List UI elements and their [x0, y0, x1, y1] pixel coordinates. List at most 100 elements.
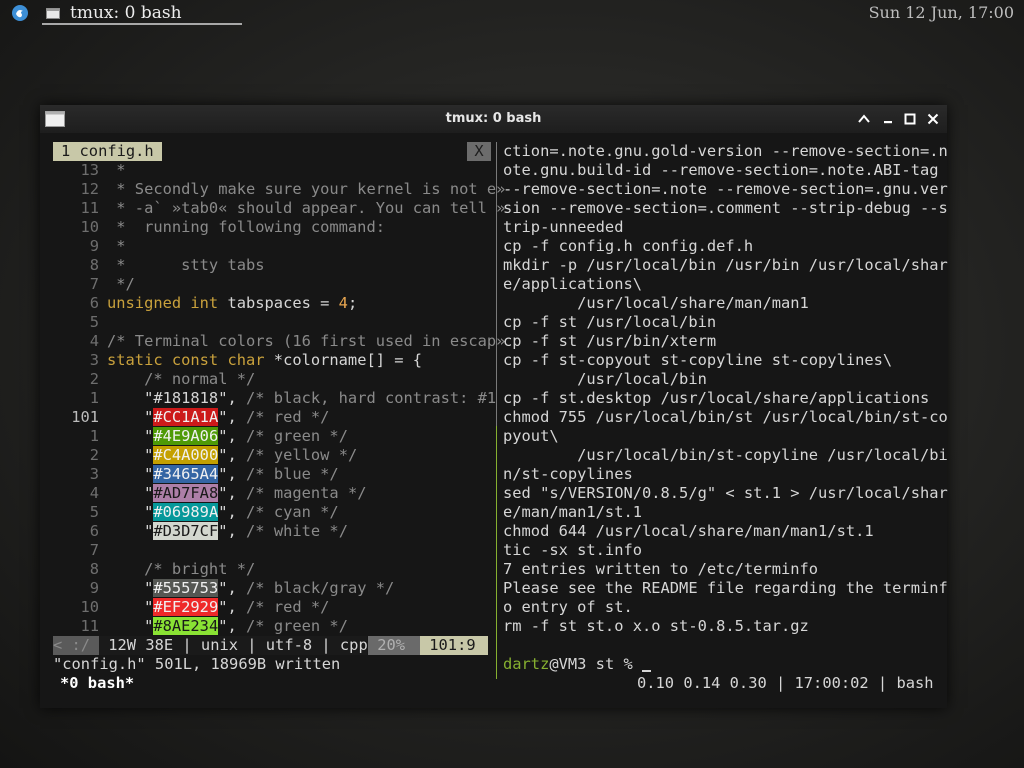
code-comment: /* red */ — [246, 598, 330, 616]
code-text: ", — [218, 503, 247, 521]
vim-code-line: 5 "#06989A", /* cyan */ — [53, 503, 339, 522]
vim-code-line: 6 unsigned int tabspaces = 4; — [53, 294, 358, 313]
shell-output-line: cp -f st /usr/bin/xterm — [503, 332, 717, 350]
line-number: 9 — [89, 579, 99, 597]
vim-code-line: 10 * running following command: — [53, 218, 385, 237]
code-comment: /* normal */ — [107, 370, 256, 388]
code-text: " — [107, 579, 154, 597]
line-number: 5 — [89, 503, 99, 521]
vim-code-line: 8 * stty tabs — [53, 256, 265, 275]
line-number: 2 — [89, 446, 99, 464]
shell-output-line: tic -sx st.info — [503, 541, 642, 559]
chevron-up-icon[interactable] — [856, 111, 872, 127]
shell-output-line: 7 entries written to /etc/terminfo — [503, 560, 819, 578]
code-text: ", — [218, 465, 247, 483]
line-number: 9 — [89, 237, 99, 255]
pane-separator-active[interactable] — [496, 426, 497, 679]
shell-output-line: o entry of st. — [503, 598, 633, 616]
shell-output-line: trip-unneeded — [503, 218, 624, 236]
line-number: 8 — [89, 560, 99, 578]
vim-statusline: < :/ 12W 38E | unix | utf-8 | cpp 20% 10… — [53, 636, 495, 655]
color-swatch-text: #C4A000 — [153, 446, 219, 464]
vim-tab-close-button[interactable]: X — [467, 142, 491, 161]
close-icon[interactable] — [925, 111, 941, 127]
shell-output-line: Please see the README file regarding the… — [503, 579, 948, 597]
shell-output-line: /usr/local/bin — [503, 370, 707, 388]
vim-code-line: 12 * Secondly make sure your kernel is n… — [53, 180, 505, 199]
color-swatch-text: #EF2929 — [153, 598, 219, 616]
code-comment: * — [107, 237, 126, 255]
vim-code-line: 5 — [53, 313, 107, 332]
line-number: 101 — [71, 408, 99, 426]
code-text: tabspaces = — [218, 294, 339, 312]
code-text: ", — [218, 484, 247, 502]
code-comment: * running following command: — [107, 218, 385, 236]
clock[interactable]: Sun 12 Jun, 17:00 — [869, 3, 1014, 22]
window-title: tmux: 0 bash — [445, 111, 542, 126]
code-comment: /* green */ — [246, 427, 348, 445]
code-comment: /* yellow */ — [246, 446, 358, 464]
tmux-window-tab[interactable]: *0 bash* — [60, 674, 134, 693]
line-number: 6 — [89, 294, 99, 312]
taskbar-window-title: tmux: 0 bash — [70, 3, 182, 23]
shell-output-line: e/applications\ — [503, 275, 642, 293]
line-number: 5 — [89, 313, 99, 331]
code-text: ", — [218, 522, 247, 540]
vim-code-line: 2 "#C4A000", /* yellow */ — [53, 446, 357, 465]
code-comment: /* Terminal colors (16 first used in esc… — [107, 332, 506, 350]
color-swatch-text: #8AE234 — [153, 617, 219, 635]
window-titlebar[interactable]: tmux: 0 bash — [40, 105, 947, 133]
code-text: ", — [218, 446, 247, 464]
code-keyword: static const char — [107, 351, 265, 369]
shell-output-line: --remove-section=.note --remove-section=… — [503, 180, 948, 198]
line-number: 3 — [89, 465, 99, 483]
code-comment: * Secondly make sure your kernel is not … — [107, 180, 506, 198]
vim-code-line: 13 * — [53, 161, 125, 180]
vim-code-line: 7 — [53, 541, 107, 560]
vim-code-line: 4 /* Terminal colors (16 first used in es… — [53, 332, 506, 351]
shell-prompt[interactable]: dartz@VM3 st % — [503, 655, 652, 674]
vim-code-line: 1 "#4E9A06", /* green */ — [53, 427, 348, 446]
shell-output-line: cp -f st-copyout st-copyline st-copyline… — [503, 351, 893, 369]
taskbar-window-button[interactable]: tmux: 0 bash — [42, 1, 242, 25]
shell-output-line: sed "s/VERSION/0.8.5/g" < st.1 > /usr/lo… — [503, 484, 948, 502]
minimize-icon[interactable] — [880, 111, 896, 127]
color-swatch-text: #CC1A1A — [153, 408, 219, 426]
line-number: 11 — [80, 199, 99, 217]
shell-output-line: sion --remove-section=.comment --strip-d… — [503, 199, 948, 217]
vim-code-line: 3 "#3465A4", /* blue */ — [53, 465, 339, 484]
vim-cursor-position: 101:9 — [420, 636, 488, 655]
vim-code-line: 4 "#AD7FA8", /* magenta */ — [53, 484, 367, 503]
code-text: " — [107, 427, 154, 445]
code-comment: /* red */ — [246, 408, 330, 426]
shell-output-line: e/man/man1/st.1 — [503, 503, 642, 521]
line-number: 10 — [80, 598, 99, 616]
code-text: " — [107, 598, 154, 616]
app-menu-button[interactable] — [10, 4, 30, 22]
prompt-username: dartz — [503, 655, 550, 673]
line-number: 7 — [89, 275, 99, 293]
shell-output-line: chmod 755 /usr/local/bin/st /usr/local/b… — [503, 408, 948, 426]
color-swatch-text: #3465A4 — [153, 465, 219, 483]
vim-tab-config-h[interactable]: 1 config.h — [53, 142, 162, 161]
shell-output-line: ote.gnu.build-id --remove-section=.note.… — [503, 161, 939, 179]
color-swatch-text: #4E9A06 — [153, 427, 219, 445]
code-text: " — [107, 617, 154, 635]
code-comment: * -a` »tab0« should appear. You can tell… — [107, 199, 506, 217]
line-number: 8 — [89, 256, 99, 274]
code-text: "#181818", — [107, 389, 246, 407]
window-icon — [46, 8, 60, 19]
app-menu-icon — [12, 5, 28, 21]
vim-code-line: 3 static const char *colorname[] = { — [53, 351, 422, 370]
code-text: " — [107, 522, 154, 540]
vim-code-line: 10 "#EF2929", /* red */ — [53, 598, 329, 617]
shell-output-line: cp -f st.desktop /usr/local/share/applic… — [503, 389, 930, 407]
vim-scroll-percent: 20% — [368, 636, 420, 655]
vim-code-line: 8 /* bright */ — [53, 560, 256, 579]
line-number: 13 — [80, 161, 99, 179]
code-keyword: unsigned int — [107, 294, 219, 312]
maximize-icon[interactable] — [902, 111, 918, 127]
line-number: 4 — [89, 332, 99, 350]
code-text: ; — [347, 294, 358, 312]
code-comment: /* green */ — [246, 617, 348, 635]
